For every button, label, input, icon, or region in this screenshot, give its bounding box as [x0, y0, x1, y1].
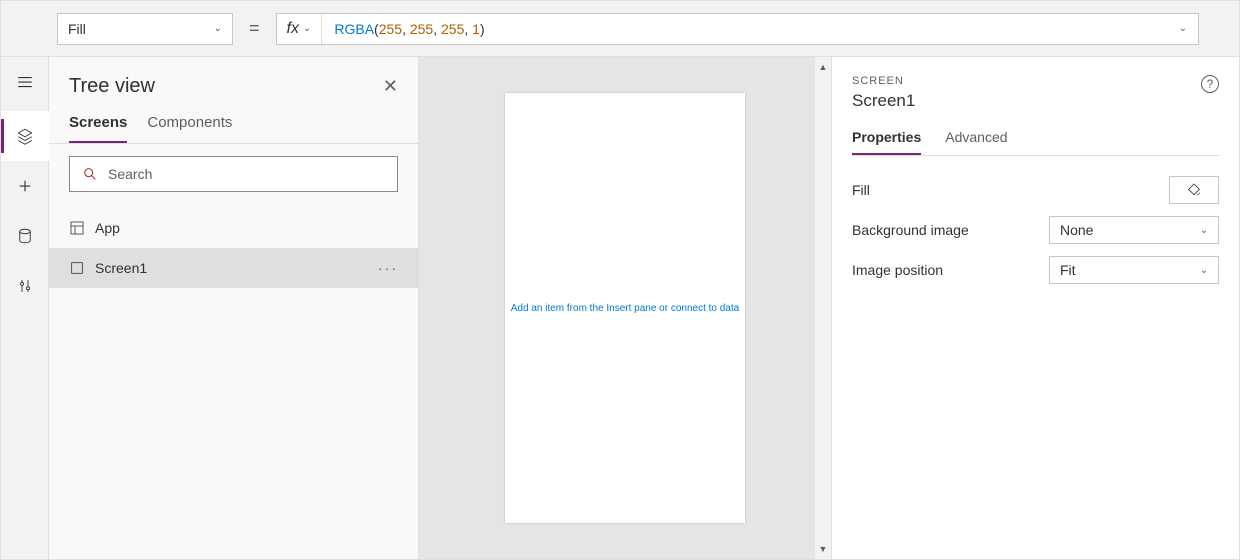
hamburger-menu-button[interactable] — [1, 57, 49, 107]
bg-image-value: None — [1060, 222, 1093, 238]
formula-function: RGBA — [334, 21, 374, 37]
canvas-hint-text: Add an item from the Insert pane or conn… — [511, 303, 739, 314]
formula-bar: Fill ⌄ = fx ⌄ RGBA(255, 255, 255, 1) ⌄ — [1, 1, 1239, 57]
prop-label-image-pos: Image position — [852, 262, 1032, 278]
paint-bucket-icon — [1186, 182, 1202, 198]
search-placeholder: Search — [108, 166, 152, 182]
tab-properties[interactable]: Properties — [852, 129, 921, 155]
prop-rows: Fill Background image None ⌄ Image posit… — [852, 156, 1219, 290]
insert-rail-button[interactable] — [1, 161, 49, 211]
scroll-down-arrow-icon[interactable]: ▼ — [815, 539, 831, 559]
data-rail-button[interactable] — [1, 211, 49, 261]
props-title-block: SCREEN Screen1 — [852, 75, 915, 111]
properties-panel: SCREEN Screen1 ? Properties Advanced Fil… — [831, 57, 1239, 559]
tree-item-label: App — [95, 220, 120, 236]
database-icon — [16, 227, 34, 245]
prop-row-image-pos: Image position Fit ⌄ — [852, 250, 1219, 290]
main-layout: Tree view ✕ Screens Components Search Ap… — [1, 57, 1239, 559]
property-selector-label: Fill — [68, 21, 86, 37]
tree-title: Tree view — [69, 75, 155, 98]
scroll-track[interactable] — [815, 77, 831, 539]
props-type-label: SCREEN — [852, 75, 915, 87]
fill-color-button[interactable] — [1169, 176, 1219, 204]
screen-icon — [69, 260, 85, 276]
help-button[interactable]: ? — [1201, 75, 1219, 93]
property-selector[interactable]: Fill ⌄ — [57, 13, 233, 45]
prop-row-fill: Fill — [852, 170, 1219, 210]
equals-sign: = — [243, 18, 266, 39]
image-position-select[interactable]: Fit ⌄ — [1049, 256, 1219, 284]
formula-text[interactable]: RGBA(255, 255, 255, 1) — [322, 21, 1168, 37]
formula-input[interactable]: fx ⌄ RGBA(255, 255, 255, 1) ⌄ — [276, 13, 1199, 45]
canvas-screen[interactable]: Add an item from the Insert pane or conn… — [505, 93, 745, 523]
help-icon: ? — [1207, 77, 1214, 91]
image-position-value: Fit — [1060, 262, 1076, 278]
tab-components[interactable]: Components — [147, 114, 232, 143]
tree-item-screen1[interactable]: Screen1 ··· — [49, 248, 418, 288]
props-name: Screen1 — [852, 91, 915, 111]
chevron-down-icon: ⌄ — [214, 23, 222, 34]
tools-rail-button[interactable] — [1, 261, 49, 311]
search-input[interactable]: Search — [69, 156, 398, 192]
chevron-down-icon: ⌄ — [1200, 265, 1208, 276]
plus-icon — [16, 177, 34, 195]
tree-tabs: Screens Components — [49, 104, 418, 144]
tree-list: App Screen1 ··· — [49, 204, 418, 292]
tab-screens[interactable]: Screens — [69, 114, 127, 143]
chevron-down-icon: ⌄ — [303, 23, 311, 34]
fx-button[interactable]: fx ⌄ — [277, 14, 323, 44]
close-panel-button[interactable]: ✕ — [383, 76, 398, 97]
more-options-button[interactable]: ··· — [378, 260, 398, 276]
tab-advanced[interactable]: Advanced — [945, 129, 1007, 155]
hamburger-icon — [16, 73, 34, 91]
prop-row-bg-image: Background image None ⌄ — [852, 210, 1219, 250]
fx-label-text: fx — [287, 20, 299, 38]
prop-label-bg-image: Background image — [852, 222, 1032, 238]
app-icon — [69, 220, 85, 236]
tree-view-panel: Tree view ✕ Screens Components Search Ap… — [49, 57, 419, 559]
expand-formula-chevron[interactable]: ⌄ — [1168, 23, 1198, 34]
props-header: SCREEN Screen1 ? — [852, 75, 1219, 111]
sliders-icon — [16, 277, 34, 295]
layers-icon — [16, 127, 34, 145]
search-wrap: Search — [49, 144, 418, 204]
chevron-down-icon: ⌄ — [1200, 225, 1208, 236]
tree-header: Tree view ✕ — [49, 57, 418, 104]
vertical-scrollbar[interactable]: ▲ ▼ — [815, 57, 831, 559]
bg-image-select[interactable]: None ⌄ — [1049, 216, 1219, 244]
tree-item-label: Screen1 — [95, 260, 147, 276]
canvas-area[interactable]: Add an item from the Insert pane or conn… — [419, 57, 831, 559]
search-icon — [82, 166, 98, 182]
tree-view-rail-button[interactable] — [1, 111, 49, 161]
props-tabs: Properties Advanced — [852, 129, 1219, 156]
left-rail — [1, 57, 49, 559]
scroll-up-arrow-icon[interactable]: ▲ — [815, 57, 831, 77]
prop-label-fill: Fill — [852, 182, 1032, 198]
tree-item-app[interactable]: App — [49, 208, 418, 248]
